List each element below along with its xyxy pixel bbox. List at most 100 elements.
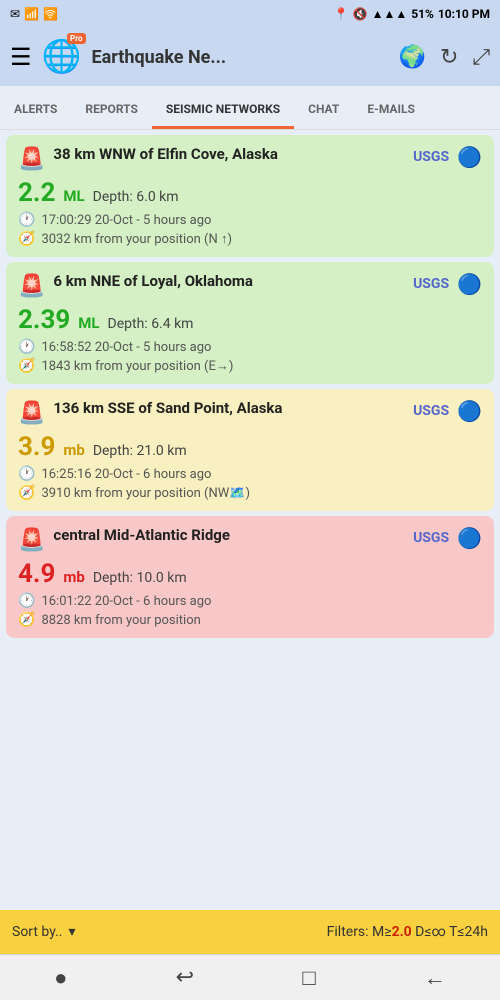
quake-alert-icon-4: 🚨	[18, 528, 45, 553]
earthquake-card-1: 🚨 38 km WNW of Elfin Cove, Alaska USGS 🔵…	[6, 135, 494, 257]
distance-text-1: 3032 km from your position (N ↑)	[41, 231, 232, 247]
distance-text-4: 8828 km from your position	[41, 613, 200, 628]
earthquake-list: 🚨 38 km WNW of Elfin Cove, Alaska USGS 🔵…	[0, 130, 500, 910]
tab-chat[interactable]: CHAT	[294, 92, 353, 129]
depth-1: Depth: 6.0 km	[93, 189, 179, 205]
card-actions-2: USGS 🔵	[413, 272, 482, 296]
sort-by-label: Sort by..	[12, 924, 63, 940]
mag-type-2: ML	[78, 314, 99, 332]
depth-3: Depth: 21.0 km	[93, 443, 187, 459]
time-row-1: 🕐 17:00:29 20-Oct - 5 hours ago	[18, 212, 482, 228]
distance-row-2: 🧭 1843 km from your position (E→)	[18, 358, 482, 374]
card-body-4: 4.9mb Depth: 10.0 km 🕐 16:01:22 20-Oct -…	[18, 559, 482, 628]
card-body-1: 2.2 ML Depth: 6.0 km 🕐 17:00:29 20-Oct - …	[18, 178, 482, 247]
card-title-4: 🚨 central Mid-Atlantic Ridge	[18, 526, 413, 553]
wifi-status-icon: 🛜	[43, 7, 58, 21]
refresh-icon[interactable]: ↻	[440, 45, 458, 70]
world-icon[interactable]: 🌍	[399, 45, 426, 70]
tab-emails[interactable]: E-MAILS	[353, 92, 429, 129]
time-text-1: 17:00:29 20-Oct - 5 hours ago	[41, 213, 211, 228]
card-header-2: 🚨 6 km NNE of Loyal, Oklahoma USGS 🔵	[18, 272, 482, 299]
card-header-1: 🚨 38 km WNW of Elfin Cove, Alaska USGS 🔵	[18, 145, 482, 172]
filters-prefix: Filters: M≥	[327, 924, 392, 940]
compass-icon-4: 🧭	[18, 612, 35, 628]
clock-icon-4: 🕐	[18, 593, 35, 609]
distance-row-4: 🧭 8828 km from your position	[18, 612, 482, 628]
clock-time: 10:10 PM	[438, 7, 490, 21]
compass-icon-2: 🧭	[18, 358, 35, 374]
card-actions-4: USGS 🔵	[413, 526, 482, 550]
tab-alerts[interactable]: ALERTS	[0, 92, 71, 129]
expand-icon[interactable]: ⤢	[472, 45, 490, 70]
card-body-3: 3.9 mb Depth: 21.0 km 🕐 16:25:16 20-Oct -…	[18, 432, 482, 501]
magnitude-line-3: 3.9 mb Depth: 21.0 km	[18, 432, 482, 462]
earthquake-card-3: 🚨 136 km SSE of Sand Point, Alaska USGS …	[6, 389, 494, 511]
quake-alert-icon-2: 🚨	[18, 274, 45, 299]
bottom-bar: Sort by.. ▾ Filters: M≥2.0 D≤∞ T≤24h	[0, 910, 500, 954]
mag-type-1: ML	[63, 187, 84, 205]
time-row-2: 🕐 16:58:52 20-Oct - 5 hours ago	[18, 339, 482, 355]
depth-4: Depth: 10.0 km	[93, 570, 187, 586]
filters-text: Filters: M≥2.0 D≤∞ T≤24h	[327, 924, 488, 940]
distance-text-3: 3910 km from your position (NW🗺️)	[41, 486, 250, 501]
depth-2: Depth: 6.4 km	[108, 316, 194, 332]
tab-bar: ALERTS REPORTS SEISMIC NETWORKS CHAT E-M…	[0, 86, 500, 130]
usgs-badge-1[interactable]: USGS	[413, 149, 449, 165]
location-4: central Mid-Atlantic Ridge	[53, 526, 230, 546]
app-title: Earthquake Ne...	[92, 47, 227, 68]
magnitude-value-1: 2.2	[18, 178, 55, 208]
tab-seismic-networks[interactable]: SEISMIC NETWORKS	[152, 92, 294, 129]
mag-type-3: mb	[63, 441, 84, 459]
globe-container: 🌐 Pro	[42, 37, 82, 77]
magnitude-line-4: 4.9mb Depth: 10.0 km	[18, 559, 482, 589]
clock-icon-1: 🕐	[18, 212, 35, 228]
nav-home-icon[interactable]: ●	[54, 965, 67, 991]
distance-row-1: 🧭 3032 km from your position (N ↑)	[18, 231, 482, 247]
time-text-3: 16:25:16 20-Oct - 6 hours ago	[41, 467, 211, 482]
pro-badge: Pro	[67, 33, 85, 44]
sort-by-control[interactable]: Sort by.. ▾	[12, 924, 76, 940]
magnitude-value-2: 2.39	[18, 305, 70, 335]
signal-strength: ▲▲▲	[372, 7, 408, 21]
clock-icon-3: 🕐	[18, 466, 35, 482]
battery-level: 51%	[411, 7, 434, 21]
usgs-badge-2[interactable]: USGS	[413, 276, 449, 292]
share-icon-3[interactable]: 🔵	[457, 399, 482, 423]
share-icon-2[interactable]: 🔵	[457, 272, 482, 296]
distance-row-3: 🧭 3910 km from your position (NW🗺️)	[18, 485, 482, 501]
tab-reports[interactable]: REPORTS	[71, 92, 152, 129]
magnitude-line-1: 2.2 ML Depth: 6.0 km	[18, 178, 482, 208]
mute-icon: 🔇	[353, 7, 368, 21]
usgs-badge-4[interactable]: USGS	[413, 530, 449, 546]
clock-icon-2: 🕐	[18, 339, 35, 355]
mag-type-4: mb	[63, 568, 84, 586]
status-bar: ✉ 📶 🛜 📍 🔇 ▲▲▲ 51% 10:10 PM	[0, 0, 500, 28]
location-2: 6 km NNE of Loyal, Oklahoma	[53, 272, 253, 292]
usgs-badge-3[interactable]: USGS	[413, 403, 449, 419]
magnitude-value-3: 3.9	[18, 432, 55, 462]
nav-overview-icon[interactable]: □	[302, 965, 315, 991]
time-row-4: 🕐 16:01:22 20-Oct - 6 hours ago	[18, 593, 482, 609]
time-text-4: 16:01:22 20-Oct - 6 hours ago	[41, 594, 211, 609]
earthquake-card-2: 🚨 6 km NNE of Loyal, Oklahoma USGS 🔵 2.3…	[6, 262, 494, 384]
share-icon-1[interactable]: 🔵	[457, 145, 482, 169]
share-icon-4[interactable]: 🔵	[457, 526, 482, 550]
card-actions-3: USGS 🔵	[413, 399, 482, 423]
distance-text-2: 1843 km from your position (E→)	[41, 358, 233, 374]
nav-arrow-icon[interactable]: ←	[424, 965, 446, 991]
header-actions: 🌍 ↻ ⤢	[399, 45, 490, 70]
filters-magnitude: 2.0	[392, 924, 412, 940]
compass-icon-1: 🧭	[18, 231, 35, 247]
time-row-3: 🕐 16:25:16 20-Oct - 6 hours ago	[18, 466, 482, 482]
card-title-2: 🚨 6 km NNE of Loyal, Oklahoma	[18, 272, 413, 299]
nav-back-icon[interactable]: ↩	[176, 965, 194, 990]
earthquake-card-4: 🚨 central Mid-Atlantic Ridge USGS 🔵 4.9m…	[6, 516, 494, 638]
card-body-2: 2.39 ML Depth: 6.4 km 🕐 16:58:52 20-Oct -…	[18, 305, 482, 374]
sim-status-icon: 📶	[24, 7, 39, 21]
magnitude-line-2: 2.39 ML Depth: 6.4 km	[18, 305, 482, 335]
location-icon: 📍	[334, 7, 349, 21]
card-title-1: 🚨 38 km WNW of Elfin Cove, Alaska	[18, 145, 413, 172]
quake-alert-icon-1: 🚨	[18, 147, 45, 172]
card-title-3: 🚨 136 km SSE of Sand Point, Alaska	[18, 399, 413, 426]
menu-icon[interactable]: ☰	[10, 43, 32, 71]
